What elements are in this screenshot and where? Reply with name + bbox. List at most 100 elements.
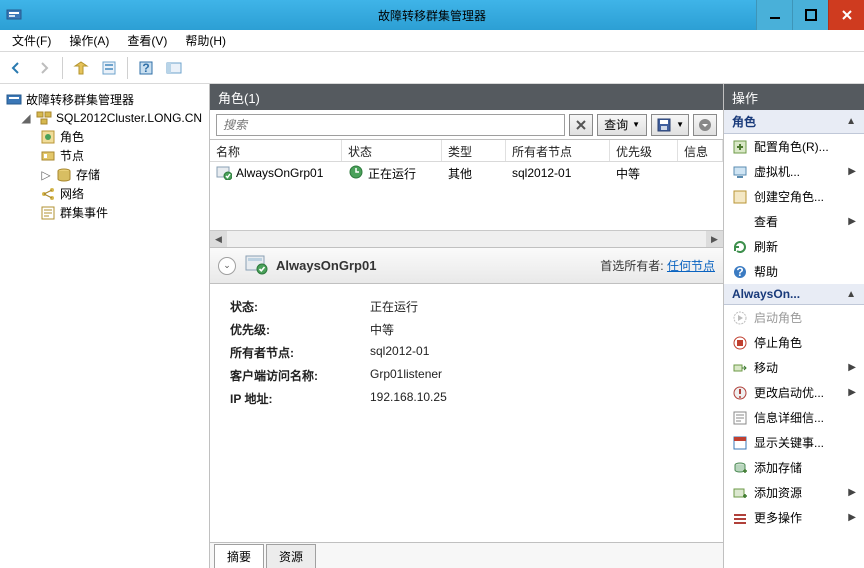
action-add-resource[interactable]: 添加资源▶ <box>724 480 864 505</box>
row-name: AlwaysOnGrp01 <box>236 166 323 180</box>
start-icon <box>732 310 748 326</box>
preferred-owner: 首选所有者: 任何节点 <box>600 257 715 274</box>
table-body: AlwaysOnGrp01 正在运行 其他 sql2012-01 中等 ◀ ▶ <box>210 162 723 248</box>
col-info[interactable]: 信息 <box>678 140 723 161</box>
action-show-critical[interactable]: 显示关键事... <box>724 430 864 455</box>
table-row[interactable]: AlwaysOnGrp01 正在运行 其他 sql2012-01 中等 <box>210 162 723 184</box>
search-input[interactable] <box>216 114 565 136</box>
action-view[interactable]: 查看▶ <box>724 209 864 234</box>
action-vm[interactable]: 虚拟机...▶ <box>724 159 864 184</box>
nodes-icon <box>40 148 56 164</box>
help-toolbar-button[interactable]: ? <box>134 56 158 80</box>
tree-roles[interactable]: 角色 <box>4 127 205 146</box>
action-move[interactable]: 移动▶ <box>724 355 864 380</box>
col-owner[interactable]: 所有者节点 <box>506 140 610 161</box>
titlebar: 故障转移群集管理器 <box>0 0 864 30</box>
row-priority: 中等 <box>616 165 640 182</box>
query-button[interactable]: 查询▼ <box>597 114 647 136</box>
detail-body: 状态:正在运行 优先级:中等 所有者节点:sql2012-01 客户端访问名称:… <box>210 284 723 542</box>
priority-icon <box>732 385 748 401</box>
tree-events-label: 群集事件 <box>60 204 108 221</box>
action-change-startup[interactable]: 更改启动优...▶ <box>724 380 864 405</box>
list-options-button[interactable] <box>693 114 717 136</box>
up-button[interactable] <box>69 56 93 80</box>
action-start-role[interactable]: 启动角色 <box>724 305 864 330</box>
close-button[interactable] <box>828 0 864 30</box>
roles-icon <box>40 129 56 145</box>
detail-tabs: 摘要 资源 <box>210 542 723 568</box>
tree-network[interactable]: 网络 <box>4 184 205 203</box>
minimize-button[interactable] <box>756 0 792 30</box>
back-button[interactable] <box>4 56 28 80</box>
expand-icon[interactable]: ▷ <box>40 168 52 182</box>
empty-role-icon <box>732 189 748 205</box>
tree-root[interactable]: 故障转移群集管理器 <box>4 90 205 109</box>
forward-button[interactable] <box>32 56 56 80</box>
move-icon <box>732 360 748 376</box>
toolbar: ? <box>0 52 864 84</box>
chevron-right-icon: ▶ <box>848 216 856 227</box>
collapse-detail-button[interactable]: ⌄ <box>218 257 236 275</box>
network-icon <box>40 186 56 202</box>
center-panel: 角色(1) 查询▼ ▼ 名称 状态 类型 所有者节点 优先级 信息 Always… <box>210 84 724 568</box>
chevron-right-icon: ▶ <box>848 362 856 373</box>
col-priority[interactable]: 优先级 <box>610 140 678 161</box>
tree-cluster[interactable]: ◢ SQL2012Cluster.LONG.CN <box>4 109 205 127</box>
tab-summary[interactable]: 摘要 <box>214 544 264 568</box>
actions-header: 操作 <box>724 84 864 110</box>
panel-toggle-button[interactable] <box>162 56 186 80</box>
action-stop-role[interactable]: 停止角色 <box>724 330 864 355</box>
action-create-empty-role[interactable]: 创建空角色... <box>724 184 864 209</box>
chevron-right-icon: ▶ <box>848 387 856 398</box>
tree-nodes-label: 节点 <box>60 147 84 164</box>
maximize-button[interactable] <box>792 0 828 30</box>
menu-action[interactable]: 操作(A) <box>63 30 115 51</box>
tab-resource[interactable]: 资源 <box>266 544 316 568</box>
collapse-icon[interactable]: ▲ <box>846 116 856 127</box>
scroll-right-icon[interactable]: ▶ <box>706 231 723 248</box>
navigation-tree[interactable]: 故障转移群集管理器 ◢ SQL2012Cluster.LONG.CN 角色 节点… <box>0 84 210 568</box>
vm-icon <box>732 164 748 180</box>
col-name[interactable]: 名称 <box>210 140 342 161</box>
action-help[interactable]: ?帮助 <box>724 259 864 284</box>
refresh-icon <box>732 239 748 255</box>
chevron-right-icon: ▶ <box>848 512 856 523</box>
col-status[interactable]: 状态 <box>342 140 442 161</box>
action-detail-info[interactable]: 信息详细信... <box>724 405 864 430</box>
menu-file[interactable]: 文件(F) <box>6 30 57 51</box>
action-refresh[interactable]: 刷新 <box>724 234 864 259</box>
clear-search-button[interactable] <box>569 114 593 136</box>
row-owner: sql2012-01 <box>512 166 571 180</box>
actions-group-roles[interactable]: 角色▲ <box>724 110 864 134</box>
properties-button[interactable] <box>97 56 121 80</box>
menu-view[interactable]: 查看(V) <box>121 30 173 51</box>
stop-icon <box>732 335 748 351</box>
tree-storage[interactable]: ▷ 存储 <box>4 165 205 184</box>
action-configure-role[interactable]: 配置角色(R)... <box>724 134 864 159</box>
help-icon: ? <box>732 264 748 280</box>
chevron-right-icon: ▶ <box>848 166 856 177</box>
save-button[interactable]: ▼ <box>651 114 689 136</box>
detail-name: AlwaysOnGrp01 <box>276 258 376 273</box>
collapse-icon[interactable]: ▲ <box>846 289 856 300</box>
menu-help[interactable]: 帮助(H) <box>179 30 232 51</box>
col-type[interactable]: 类型 <box>442 140 506 161</box>
actions-group-item[interactable]: AlwaysOn...▲ <box>724 284 864 305</box>
app-icon <box>6 7 22 23</box>
horizontal-scrollbar[interactable]: ◀ ▶ <box>210 230 723 247</box>
preferred-owner-link[interactable]: 任何节点 <box>667 259 715 273</box>
row-status: 正在运行 <box>368 165 416 182</box>
tree-events[interactable]: 群集事件 <box>4 203 205 222</box>
tree-root-label: 故障转移群集管理器 <box>26 91 134 108</box>
add-storage-icon <box>732 460 748 476</box>
tree-nodes[interactable]: 节点 <box>4 146 205 165</box>
scroll-left-icon[interactable]: ◀ <box>210 231 227 248</box>
action-add-storage[interactable]: 添加存储 <box>724 455 864 480</box>
more-icon <box>732 510 748 526</box>
action-more[interactable]: 更多操作▶ <box>724 505 864 530</box>
roles-header: 角色(1) <box>210 84 723 110</box>
detail-header: ⌄ AlwaysOnGrp01 首选所有者: 任何节点 <box>210 248 723 284</box>
collapse-icon[interactable]: ◢ <box>20 111 32 125</box>
tree-roles-label: 角色 <box>60 128 84 145</box>
svg-text:?: ? <box>736 265 743 279</box>
